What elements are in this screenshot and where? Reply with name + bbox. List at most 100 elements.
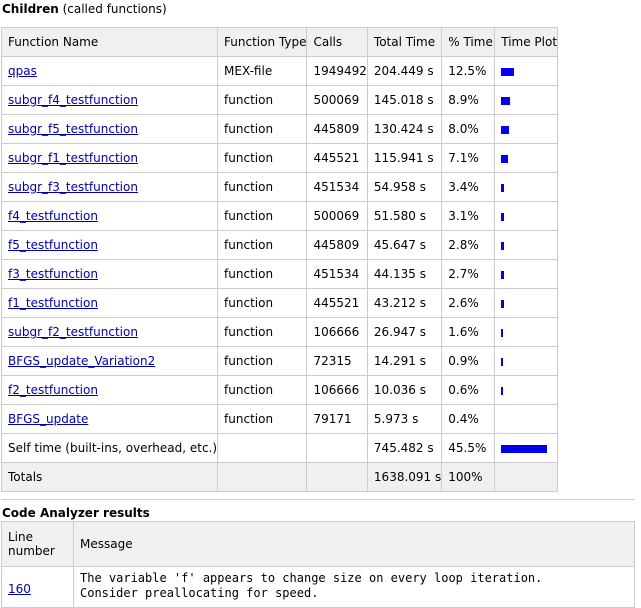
code-analyzer-title: Code Analyzer results — [2, 506, 150, 520]
total-time-cell: 5.973 s — [366, 404, 443, 434]
function-type-cell: function — [217, 346, 308, 376]
totals-pct: 100% — [441, 462, 496, 492]
self-time-pct: 45.5% — [441, 433, 496, 463]
function-name-cell: subgr_f2_testfunction — [0, 317, 219, 347]
function-name-cell: BFGS_update — [0, 404, 219, 434]
code-analyzer-title-text: Code Analyzer results — [2, 506, 150, 520]
header-function-type[interactable]: Function Type — [217, 27, 308, 57]
function-type-cell: function — [217, 172, 308, 202]
calls-cell: 445521 — [306, 143, 368, 173]
time-plot-bar — [501, 183, 505, 192]
ca-message: The variable 'f' appears to change size … — [80, 571, 543, 600]
function-link-f1-testfunction[interactable]: f1_testfunction — [8, 296, 98, 310]
header-function-name[interactable]: Function Name — [0, 27, 219, 57]
function-link-bfgs-update[interactable]: BFGS_update — [8, 412, 88, 426]
calls-cell: 445521 — [306, 288, 368, 318]
line-number-cell: 160 — [1, 566, 74, 608]
children-table: Function Name Function Type Calls Total … — [0, 27, 559, 492]
line-number-link[interactable]: 160 — [8, 582, 31, 596]
section-divider — [1, 499, 634, 500]
total-time-cell: 204.449 s — [366, 56, 443, 86]
total-time-cell: 10.036 s — [366, 375, 443, 405]
function-link-f3-testfunction[interactable]: f3_testfunction — [8, 267, 98, 281]
calls-cell: 106666 — [306, 375, 368, 405]
empty-cell — [306, 433, 368, 463]
function-type-cell: function — [217, 375, 308, 405]
pct-time-cell: 0.6% — [441, 375, 496, 405]
function-link-f5-testfunction[interactable]: f5_testfunction — [8, 238, 98, 252]
header-total-time[interactable]: Total Time — [366, 27, 443, 57]
calls-cell: 451534 — [306, 259, 368, 289]
table-row: qpas MEX-file 1949492 204.449 s 12.5% — [0, 56, 559, 86]
header-time-plot[interactable]: Time Plot — [494, 27, 559, 57]
function-name-cell: subgr_f5_testfunction — [0, 114, 219, 144]
function-link-f4-testfunction[interactable]: f4_testfunction — [8, 209, 98, 223]
calls-cell: 451534 — [306, 172, 368, 202]
time-plot-cell — [494, 143, 559, 173]
calls-cell: 106666 — [306, 317, 368, 347]
function-link-subgr-f5-testfunction[interactable]: subgr_f5_testfunction — [8, 122, 138, 136]
function-link-subgr-f4-testfunction[interactable]: subgr_f4_testfunction — [8, 93, 138, 107]
function-link-f2-testfunction[interactable]: f2_testfunction — [8, 383, 98, 397]
pct-time-cell: 0.4% — [441, 404, 496, 434]
function-link-subgr-f2-testfunction[interactable]: subgr_f2_testfunction — [8, 325, 138, 339]
total-time-cell: 115.941 s — [366, 143, 443, 173]
time-plot-cell — [494, 375, 559, 405]
calls-cell: 1949492 — [306, 56, 368, 86]
function-type-cell: function — [217, 201, 308, 231]
time-plot-bar — [501, 270, 505, 279]
header-line-number-text: Line number — [8, 530, 55, 558]
function-name-cell: f2_testfunction — [0, 375, 219, 405]
time-plot-bar — [501, 67, 515, 76]
time-plot-cell — [494, 56, 559, 86]
self-time-label: Self time (built-ins, overhead, etc.) — [0, 433, 219, 463]
pct-time-cell: 1.6% — [441, 317, 496, 347]
message-cell: The variable 'f' appears to change size … — [73, 566, 635, 608]
empty-cell — [494, 462, 559, 492]
function-name-cell: f1_testfunction — [0, 288, 219, 318]
total-time-cell: 45.647 s — [366, 230, 443, 260]
time-plot-bar — [501, 299, 505, 308]
children-title: Children — [2, 2, 59, 16]
ca-header-row: Line number Message — [1, 521, 635, 567]
time-plot-bar — [501, 328, 504, 337]
header-message: Message — [73, 521, 635, 567]
time-plot-bar — [501, 96, 511, 105]
pct-time-cell: 8.9% — [441, 85, 496, 115]
function-type-cell: function — [217, 288, 308, 318]
pct-time-cell: 8.0% — [441, 114, 496, 144]
totals-total: 1638.091 s — [366, 462, 443, 492]
time-plot-cell — [494, 85, 559, 115]
pct-time-cell: 2.6% — [441, 288, 496, 318]
time-plot-cell — [494, 230, 559, 260]
header-pct-time[interactable]: % Time — [441, 27, 496, 57]
pct-time-cell: 3.4% — [441, 172, 496, 202]
table-row: BFGS_update function 79171 5.973 s 0.4% — [0, 404, 559, 434]
calls-cell: 72315 — [306, 346, 368, 376]
time-plot-cell — [494, 114, 559, 144]
table-row: subgr_f2_testfunction function 106666 26.94… — [0, 317, 559, 347]
pct-time-cell: 7.1% — [441, 143, 496, 173]
total-time-cell: 44.135 s — [366, 259, 443, 289]
header-calls[interactable]: Calls — [306, 27, 368, 57]
table-row: f3_testfunction function 451534 44.135 s 2.7… — [0, 259, 559, 289]
function-name-cell: subgr_f3_testfunction — [0, 172, 219, 202]
function-link-subgr-f1-testfunction[interactable]: subgr_f1_testfunction — [8, 151, 138, 165]
time-plot-cell — [494, 404, 559, 434]
empty-cell — [306, 462, 368, 492]
total-time-cell: 54.958 s — [366, 172, 443, 202]
table-row: subgr_f3_testfunction function 451534 54.95… — [0, 172, 559, 202]
time-plot-bar — [501, 241, 505, 250]
function-link-qpas[interactable]: qpas — [8, 64, 37, 78]
function-link-subgr-f3-testfunction[interactable]: subgr_f3_testfunction — [8, 180, 138, 194]
function-name-cell: qpas — [0, 56, 219, 86]
time-plot-bar — [501, 212, 505, 221]
table-row: subgr_f1_testfunction function 445521 115.9… — [0, 143, 559, 173]
table-row: BFGS_update_Variation2 function 72315 14.29… — [0, 346, 559, 376]
children-header-row: Function Name Function Type Calls Total … — [0, 27, 559, 57]
calls-cell: 500069 — [306, 201, 368, 231]
function-link-bfgs-update-variation2[interactable]: BFGS_update_Variation2 — [8, 354, 155, 368]
time-plot-bar — [501, 386, 504, 395]
function-name-cell: subgr_f4_testfunction — [0, 85, 219, 115]
function-name-cell: subgr_f1_testfunction — [0, 143, 219, 173]
